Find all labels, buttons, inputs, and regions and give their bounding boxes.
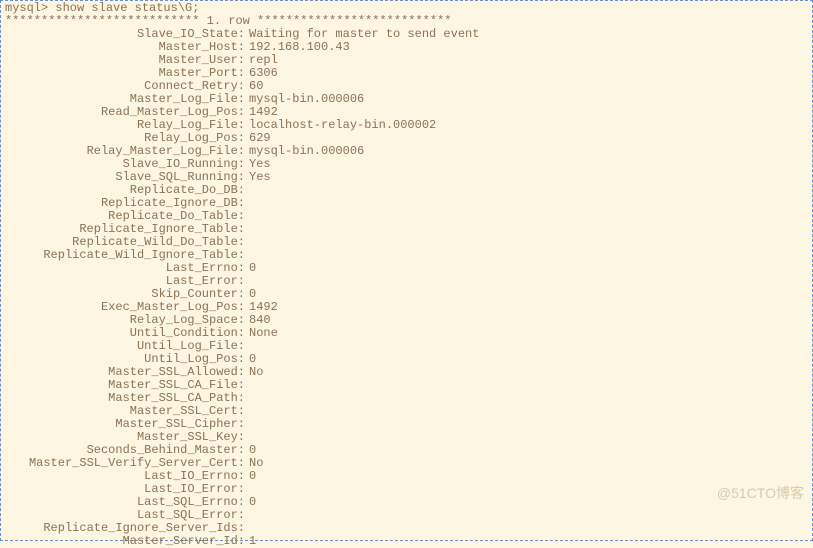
status-row: Exec_Master_Log_Pos:1492 <box>5 301 808 314</box>
status-row: Last_Errno:0 <box>5 262 808 275</box>
status-row: Until_Condition:None <box>5 327 808 340</box>
status-row: Last_SQL_Errno:0 <box>5 496 808 509</box>
status-row: Last_IO_Errno:0 <box>5 470 808 483</box>
status-value: 0 <box>249 495 256 509</box>
status-value: mysql-bin.000006 <box>249 92 364 106</box>
status-row: Relay_Log_File:localhost-relay-bin.00000… <box>5 119 808 132</box>
status-row: Master_Port:6306 <box>5 67 808 80</box>
status-value: 0 <box>249 352 256 366</box>
status-value: 0 <box>249 261 256 275</box>
status-row: Master_SSL_Cipher: <box>5 418 808 431</box>
status-value: 840 <box>249 313 271 327</box>
status-row: Slave_IO_State:Waiting for master to sen… <box>5 28 808 41</box>
status-row: Last_IO_Error: <box>5 483 808 496</box>
status-value: 192.168.100.43 <box>249 40 350 54</box>
status-value: repl <box>249 53 278 67</box>
status-row: Connect_Retry:60 <box>5 80 808 93</box>
status-value: 0 <box>249 469 256 483</box>
status-row: Last_Error: <box>5 275 808 288</box>
status-value: None <box>249 326 278 340</box>
status-value: mysql-bin.000006 <box>249 144 364 158</box>
status-value: Yes <box>249 170 271 184</box>
status-row: Master_SSL_Verify_Server_Cert:No <box>5 457 808 470</box>
status-row: Master_Host:192.168.100.43 <box>5 41 808 54</box>
status-row: Master_User:repl <box>5 54 808 67</box>
status-value: Waiting for master to send event <box>249 27 479 41</box>
status-value: 629 <box>249 131 271 145</box>
status-value: 1 <box>249 534 256 548</box>
status-rows-container: Slave_IO_State:Waiting for master to sen… <box>5 28 808 548</box>
status-row: Master_Server_Id: 1 <box>5 535 808 548</box>
status-value: No <box>249 456 263 470</box>
status-row: Until_Log_File: <box>5 340 808 353</box>
status-value: 6306 <box>249 66 278 80</box>
status-value: No <box>249 365 263 379</box>
status-row: Slave_SQL_Running:Yes <box>5 171 808 184</box>
status-value: 60 <box>249 79 263 93</box>
status-row: Relay_Log_Space:840 <box>5 314 808 327</box>
status-label: Master_Server_Id: <box>5 535 245 548</box>
status-value: 0 <box>249 443 256 457</box>
status-value: 0 <box>249 287 256 301</box>
status-value: Yes <box>249 157 271 171</box>
status-value: 1492 <box>249 300 278 314</box>
status-row: Replicate_Wild_Ignore_Table: <box>5 249 808 262</box>
status-value: 1492 <box>249 105 278 119</box>
status-row: Master_SSL_CA_Path: <box>5 392 808 405</box>
status-value: localhost-relay-bin.000002 <box>249 118 436 132</box>
